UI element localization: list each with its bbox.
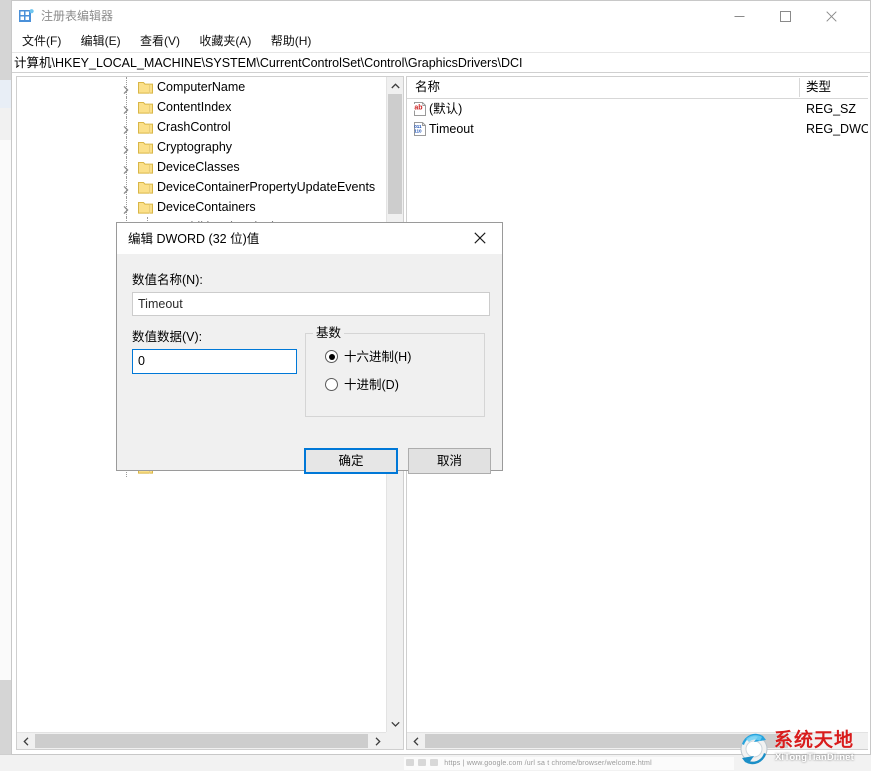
value-data-label: 数值数据(V): [132,329,202,345]
folder-icon [138,80,153,93]
minimize-button[interactable] [716,1,762,31]
title-bar[interactable]: 注册表编辑器 [12,1,870,31]
tree-h-scroll-thumb[interactable] [35,734,368,748]
tree-item-cryptography[interactable]: Cryptography [17,137,386,157]
folder-icon [138,160,153,173]
menu-item-help[interactable]: 帮助(H) [263,31,320,52]
value-type: REG_DWO [806,119,868,139]
menu-item-view[interactable]: 查看(V) [132,31,188,52]
chevron-right-icon[interactable] [121,81,133,93]
edit-dword-dialog: 编辑 DWORD (32 位)值 数值名称(N): Timeout 数值数据(V… [116,222,503,471]
tree-scroll-thumb-upper[interactable] [388,94,402,214]
value-name: Timeout [429,119,474,139]
ok-button[interactable]: 确定 [304,448,398,474]
close-button[interactable] [808,1,854,31]
tree-item-label: CrashControl [157,117,231,137]
dialog-title-bar[interactable]: 编辑 DWORD (32 位)值 [117,223,502,254]
value-name-input[interactable]: Timeout [132,292,490,316]
folder-icon [138,180,153,193]
chevron-right-icon[interactable] [121,201,133,213]
chevron-right-icon[interactable] [121,181,133,193]
registry-editor-window: 注册表编辑器 文件(F) 编辑(E) 查看(V) 收藏夹(A) 帮助(H) 计算… [11,0,871,755]
tree-item-contentindex[interactable]: ContentIndex [17,97,386,117]
watermark-subtitle: XiTongTianDi.net [775,752,854,764]
folder-icon [138,100,153,113]
tree-scroll-left-icon[interactable] [17,733,34,749]
folder-icon [138,120,153,133]
tree-scroll-up-icon[interactable] [387,77,403,94]
svg-text:ab: ab [414,105,422,112]
menu-bar: 文件(F) 编辑(E) 查看(V) 收藏夹(A) 帮助(H) [12,31,870,53]
tree-item-devicecontainers[interactable]: DeviceContainers [17,197,386,217]
dword-value-icon: 011110 [413,122,427,136]
menu-item-file[interactable]: 文件(F) [14,31,69,52]
tree-item-deviceclasses[interactable]: DeviceClasses [17,157,386,177]
value-type: REG_SZ [806,99,856,119]
svg-text:110: 110 [414,129,422,134]
column-header-type[interactable]: 类型 [806,79,831,96]
value-row[interactable]: 011110Timeout REG_DWO [407,119,868,139]
registry-editor-icon [19,9,34,24]
folder-icon [138,200,153,213]
chevron-right-icon[interactable] [121,161,133,173]
chevron-right-icon[interactable] [121,101,133,113]
value-name-label: 数值名称(N): [132,272,203,288]
tree-scrollbar-corner [386,732,403,749]
window-title: 注册表编辑器 [41,8,113,24]
maximize-button[interactable] [762,1,808,31]
tree-scroll-right-icon[interactable] [369,733,386,749]
tree-item-label: Cryptography [157,137,232,157]
column-header-name[interactable]: 名称 [415,79,440,96]
value-data-input[interactable]: 0 [132,349,297,374]
tree-item-label: DeviceContainerPropertyUpdateEvents [157,177,375,197]
values-h-scroll-thumb[interactable] [425,734,788,748]
tree-item-label: ComputerName [157,77,245,97]
background-browser-address-bar: https | www.google.com /url sa t chrome/… [404,757,734,770]
dialog-close-button[interactable] [457,223,502,253]
values-scroll-left-icon[interactable] [407,733,424,749]
value-name: (默认) [429,99,462,119]
tree-item-crashcontrol[interactable]: CrashControl [17,117,386,137]
radio-decimal-mark [325,378,338,391]
background-left-strip [0,0,11,771]
tree-horizontal-scrollbar[interactable] [17,732,386,749]
tree-item-devicecontainerpropertyupdateevents[interactable]: DeviceContainerPropertyUpdateEvents [17,177,386,197]
values-column-header: 名称 类型 [407,77,868,99]
radio-decimal-label: 十进制(D) [344,376,399,394]
registry-path: 计算机\HKEY_LOCAL_MACHINE\SYSTEM\CurrentCon… [14,55,522,71]
radio-hexadecimal-label: 十六进制(H) [344,348,411,366]
registry-values-list: ab (默认) REG_SZ 011110Timeout REG_DWO [407,99,868,139]
watermark-title: 系统天地 [774,730,854,752]
address-bar[interactable]: 计算机\HKEY_LOCAL_MACHINE\SYSTEM\CurrentCon… [12,53,870,73]
watermark: 系统天地 XiTongTianDi.net [736,728,867,768]
dialog-title: 编辑 DWORD (32 位)值 [128,231,259,247]
folder-icon [138,140,153,153]
base-group-label: 基数 [313,325,344,341]
chevron-right-icon[interactable] [121,141,133,153]
cancel-button[interactable]: 取消 [408,448,491,474]
tree-item-label: DeviceContainers [157,197,256,217]
menu-item-favorites[interactable]: 收藏夹(A) [191,31,259,52]
radio-hexadecimal-mark [325,350,338,363]
refresh-circle-logo-icon [736,730,772,766]
base-group-box [305,333,485,417]
tree-item-computername[interactable]: ComputerName [17,77,386,97]
chevron-right-icon[interactable] [121,121,133,133]
tree-item-label: DeviceClasses [157,157,240,177]
value-row[interactable]: ab (默认) REG_SZ [407,99,868,119]
tree-item-label: ContentIndex [157,97,231,117]
background-left-window-bleed [0,80,11,680]
string-value-icon: ab [413,102,427,116]
dialog-body: 数值名称(N): Timeout 数值数据(V): 0 基数 十六进制(H) 十… [117,254,502,470]
menu-item-edit[interactable]: 编辑(E) [73,31,129,52]
tree-scroll-down-icon[interactable] [387,715,403,732]
